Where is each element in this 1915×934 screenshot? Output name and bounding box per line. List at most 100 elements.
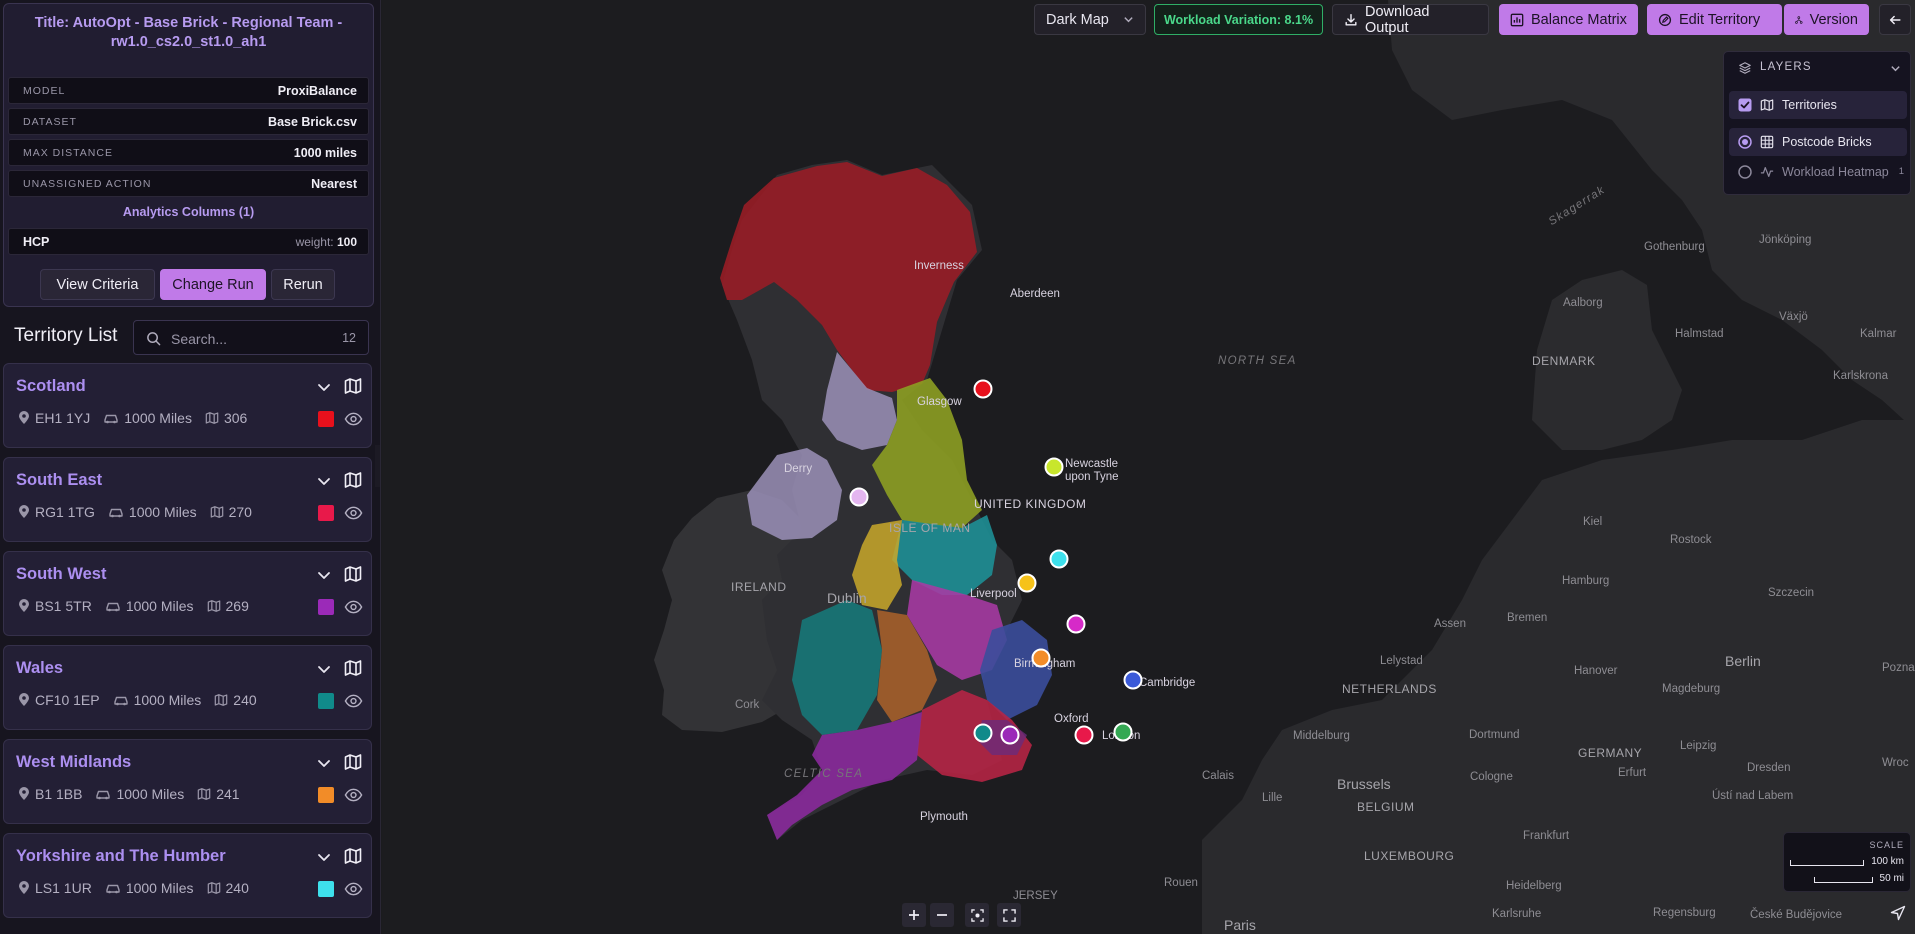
territory-card-wales[interactable]: Wales CF10 1EP 1000 Miles 240 xyxy=(3,645,372,730)
edit-map-icon xyxy=(1658,13,1672,26)
eye-icon[interactable] xyxy=(344,505,363,521)
workload-variation-badge: Workload Variation: 8.1% xyxy=(1154,4,1323,35)
checkbox-checked-icon[interactable] xyxy=(1738,98,1752,112)
territory-name[interactable]: West Midlands xyxy=(16,753,131,772)
territory-postcode: EH1 1YJ xyxy=(35,410,91,426)
meta-key: DATASET xyxy=(23,115,77,128)
view-criteria-button[interactable]: View Criteria xyxy=(40,269,155,300)
territory-name[interactable]: Scotland xyxy=(16,377,86,396)
map-icon[interactable] xyxy=(344,471,362,489)
map-label-celtic-sea: CELTIC SEA xyxy=(784,768,864,780)
map-label-luxembourg: LUXEMBOURG xyxy=(1364,849,1455,863)
territory-card-south-west[interactable]: South West BS1 5TR 1000 Miles 269 xyxy=(3,551,372,636)
layer-option-workload-heatmap[interactable]: Workload Heatmap 1 xyxy=(1729,158,1907,186)
chevron-down-icon[interactable] xyxy=(317,662,331,676)
map-label-aberdeen: Aberdeen xyxy=(1010,288,1060,300)
map-icon[interactable] xyxy=(344,753,362,771)
territory-color-swatch[interactable] xyxy=(318,693,334,709)
map-label-poznan: Pozna xyxy=(1882,662,1915,674)
map-label-ireland: IRELAND xyxy=(731,580,787,594)
territory-color-swatch[interactable] xyxy=(318,599,334,615)
territory-meta: LS1 1UR 1000 Miles 240 xyxy=(18,878,249,898)
zoom-in-button[interactable] xyxy=(902,903,926,927)
rerun-button[interactable]: Rerun xyxy=(271,269,335,300)
change-run-button[interactable]: Change Run xyxy=(160,269,266,300)
meta-value: Base Brick.csv xyxy=(268,114,357,129)
meta-key: UNASSIGNED ACTION xyxy=(23,177,152,190)
territory-brick-count: 306 xyxy=(223,410,248,426)
chevron-down-icon[interactable] xyxy=(317,756,331,770)
map-label-jersey: JERSEY xyxy=(1013,890,1058,902)
layer-badge: 1 xyxy=(1898,166,1904,177)
map-icon[interactable] xyxy=(344,565,362,583)
chevron-down-icon[interactable] xyxy=(1890,63,1901,74)
map-label-karlsruhe: Karlsruhe xyxy=(1492,908,1542,920)
recenter-button[interactable] xyxy=(965,903,989,927)
plus-icon xyxy=(909,910,919,920)
map-label-glasgow: Glasgow xyxy=(917,396,962,408)
territory-name[interactable]: Wales xyxy=(16,659,63,678)
fullscreen-button[interactable] xyxy=(997,903,1021,927)
layer-toggle-territories[interactable]: Territories xyxy=(1729,91,1907,119)
territory-name[interactable]: South West xyxy=(16,565,106,584)
eye-icon[interactable] xyxy=(344,599,363,615)
map-icon[interactable] xyxy=(344,659,362,677)
map-icon[interactable] xyxy=(344,377,362,395)
basemap-select-value: Dark Map xyxy=(1046,11,1109,28)
eye-icon[interactable] xyxy=(344,787,363,803)
collapse-sidebar-button[interactable] xyxy=(375,445,380,487)
territory-name[interactable]: Yorkshire and The Humber xyxy=(16,847,226,866)
radio-unselected-icon[interactable] xyxy=(1738,165,1752,179)
bar-chart-icon xyxy=(1510,13,1524,26)
map-label-frankfurt: Frankfurt xyxy=(1523,830,1570,842)
territory-list-title: Territory List xyxy=(14,325,118,346)
chevron-down-icon[interactable] xyxy=(317,850,331,864)
layer-option-postcode-bricks[interactable]: Postcode Bricks xyxy=(1729,128,1907,156)
meta-key: MAX DISTANCE xyxy=(23,146,113,159)
meta-row-model: MODEL ProxiBalance xyxy=(8,77,369,104)
radio-selected-icon[interactable] xyxy=(1738,135,1752,149)
edit-territory-button[interactable]: Edit Territory xyxy=(1647,4,1782,35)
map-label-jonkoping: Jönköping xyxy=(1759,234,1812,246)
map-label-middelburg: Middelburg xyxy=(1293,730,1350,742)
territory-color-swatch[interactable] xyxy=(318,787,334,803)
basemap-select[interactable]: Dark Map xyxy=(1034,4,1146,35)
car-icon xyxy=(109,508,123,518)
map-label-kalmar: Kalmar xyxy=(1860,328,1897,340)
territory-name[interactable]: South East xyxy=(16,471,102,490)
chevron-down-icon[interactable] xyxy=(317,568,331,582)
territory-card-scotland[interactable]: Scotland EH1 1YJ 1000 Miles 306 xyxy=(3,363,372,448)
territory-brick-count: 270 xyxy=(228,504,252,520)
scale-title: SCALE xyxy=(1869,840,1904,850)
territory-color-swatch[interactable] xyxy=(318,881,334,897)
download-output-label: Download Output xyxy=(1365,3,1430,36)
territory-card-south-east[interactable]: South East RG1 1TG 1000 Miles 270 xyxy=(3,457,372,542)
balance-matrix-button[interactable]: Balance Matrix xyxy=(1499,4,1638,35)
exit-button[interactable] xyxy=(1879,4,1911,35)
zoom-out-button[interactable] xyxy=(930,903,954,927)
map-label-lelystad: Lelystad xyxy=(1380,655,1423,667)
version-button[interactable]: Version xyxy=(1784,4,1869,35)
map-label-rostock: Rostock xyxy=(1670,534,1712,546)
territory-color-swatch[interactable] xyxy=(318,505,334,521)
territory-card-west-midlands[interactable]: West Midlands B1 1BB 1000 Miles 241 xyxy=(3,739,372,824)
territory-color-swatch[interactable] xyxy=(318,411,334,427)
map-canvas[interactable]: NORTH SEA CELTIC SEA Skagerrak ISLE OF M… xyxy=(382,0,1915,934)
territory-distance: 1000 Miles xyxy=(116,786,185,802)
chevron-down-icon[interactable] xyxy=(317,474,331,488)
car-icon xyxy=(96,790,111,800)
territory-card-yorkshire-and-the-humber[interactable]: Yorkshire and The Humber LS1 1UR 1000 Mile… xyxy=(3,833,372,918)
arrow-left-exit-icon xyxy=(1889,15,1901,24)
chevron-down-icon[interactable] xyxy=(317,380,331,394)
territory-postcode: LS1 1UR xyxy=(35,880,92,896)
map-scale: SCALE 100 km 50 mi xyxy=(1783,832,1911,892)
navigation-icon[interactable] xyxy=(1890,905,1906,921)
eye-icon[interactable] xyxy=(344,881,363,897)
eye-icon[interactable] xyxy=(344,693,363,709)
map-label-heidelberg: Heidelberg xyxy=(1506,880,1562,892)
territory-search-input[interactable] xyxy=(169,327,323,351)
download-output-button[interactable]: Download Output xyxy=(1332,3,1489,36)
eye-icon[interactable] xyxy=(344,411,363,427)
map-icon[interactable] xyxy=(344,847,362,865)
location-pin-icon xyxy=(19,693,29,706)
